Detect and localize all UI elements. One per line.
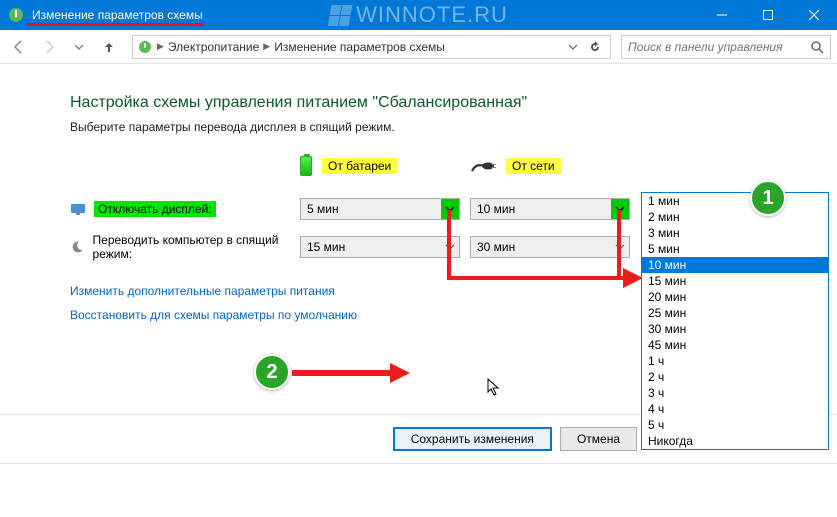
annotation-arrowhead	[623, 268, 643, 288]
page-subtext: Выберите параметры перевода дисплея в сп…	[70, 120, 690, 134]
address-dropdown-button[interactable]	[562, 36, 584, 58]
annotation-badge-1: 1	[750, 180, 786, 216]
close-button[interactable]	[791, 0, 837, 30]
ac-column-header: От сети	[470, 156, 640, 176]
dropdown-option[interactable]: 3 ч	[642, 385, 828, 401]
address-bar[interactable]: ▶ Электропитание ▶ Изменение параметров …	[132, 35, 611, 59]
sleep-ac-dropdown[interactable]: 30 мин	[470, 236, 630, 258]
window-controls	[699, 0, 837, 30]
dropdown-option[interactable]: 20 мин	[642, 289, 828, 305]
dropdown-option[interactable]: Никогда	[642, 433, 828, 449]
sleep-label: Переводить компьютер в спящий режим:	[93, 233, 300, 261]
dropdown-option[interactable]: 25 мин	[642, 305, 828, 321]
power-plan-icon	[8, 7, 24, 23]
search-box[interactable]	[621, 35, 831, 59]
sleep-icon	[70, 239, 85, 255]
maximize-button[interactable]	[745, 0, 791, 30]
dropdown-option[interactable]: 5 ч	[642, 417, 828, 433]
display-off-battery-dropdown[interactable]: 5 мин	[300, 198, 460, 220]
breadcrumb-level-2[interactable]: Изменение параметров схемы	[274, 40, 445, 54]
annotation-arrow	[292, 370, 392, 376]
turn-off-display-label: Отключать дисплей:	[94, 201, 216, 217]
search-icon	[810, 40, 824, 54]
dropdown-option[interactable]: 4 ч	[642, 401, 828, 417]
dropdown-option[interactable]: 5 мин	[642, 241, 828, 257]
battery-column-header: От батареи	[300, 156, 470, 176]
annotation-underline	[28, 23, 204, 26]
back-button[interactable]	[6, 34, 32, 60]
restore-defaults-link[interactable]: Восстановить для схемы параметры по умол…	[70, 308, 690, 322]
titlebar: Изменение параметров схемы WINNOTE.RU	[0, 0, 837, 30]
dropdown-option[interactable]: 1 ч	[642, 353, 828, 369]
dropdown-option[interactable]: 30 мин	[642, 321, 828, 337]
forward-button[interactable]	[36, 34, 62, 60]
cancel-button[interactable]: Отмена	[560, 427, 637, 451]
power-options-icon	[137, 39, 153, 55]
plug-icon	[470, 159, 496, 173]
search-input[interactable]	[628, 40, 810, 54]
turn-off-display-row: Отключать дисплей: 5 мин 10 мин	[70, 190, 690, 228]
sleep-row: Переводить компьютер в спящий режим: 15 …	[70, 228, 690, 266]
annotation-arrow	[617, 210, 621, 280]
breadcrumb-level-1[interactable]: Электропитание	[168, 40, 259, 54]
refresh-button[interactable]	[584, 36, 606, 58]
window-title: Изменение параметров схемы	[32, 8, 203, 22]
advanced-settings-link[interactable]: Изменить дополнительные параметры питани…	[70, 284, 690, 298]
save-button[interactable]: Сохранить изменения	[393, 427, 552, 451]
display-off-ac-dropdown[interactable]: 10 мин	[470, 198, 630, 220]
up-button[interactable]	[96, 34, 122, 60]
chevron-right-icon: ▶	[157, 41, 164, 52]
dropdown-option[interactable]: 1 мин	[642, 193, 828, 209]
dropdown-option[interactable]: 2 ч	[642, 369, 828, 385]
recent-button[interactable]	[66, 34, 92, 60]
annotation-badge-2: 2	[254, 354, 290, 390]
cursor-icon	[487, 378, 501, 396]
column-headers: От батареи От сети	[70, 156, 690, 176]
dropdown-option[interactable]: 2 мин	[642, 209, 828, 225]
annotation-arrowhead	[390, 363, 410, 383]
dropdown-option[interactable]: 3 мин	[642, 225, 828, 241]
navigation-bar: ▶ Электропитание ▶ Изменение параметров …	[0, 30, 837, 64]
annotation-arrow	[447, 276, 623, 280]
battery-icon	[300, 156, 312, 176]
dropdown-option[interactable]: 15 мин	[642, 273, 828, 289]
minimize-button[interactable]	[699, 0, 745, 30]
chevron-right-icon: ▶	[263, 41, 270, 52]
dropdown-options-list[interactable]: 1 мин2 мин3 мин5 мин10 мин15 мин20 мин25…	[641, 192, 829, 450]
dropdown-option[interactable]: 45 мин	[642, 337, 828, 353]
sleep-battery-dropdown[interactable]: 15 мин	[300, 236, 460, 258]
windows-logo-icon	[327, 5, 352, 26]
dropdown-option[interactable]: 10 мин	[642, 257, 828, 273]
page-heading: Настройка схемы управления питанием "Сба…	[70, 94, 690, 112]
annotation-arrow	[447, 210, 451, 280]
display-icon	[70, 201, 86, 217]
watermark: WINNOTE.RU	[329, 2, 508, 28]
